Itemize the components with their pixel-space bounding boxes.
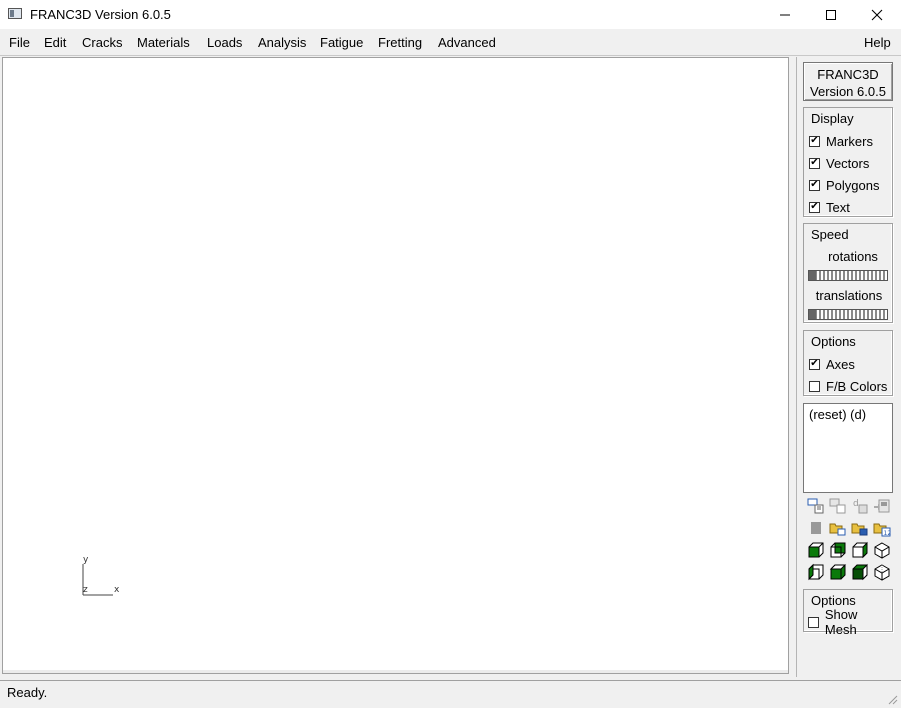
cube-wire-icon[interactable] [873,563,891,581]
menu-fretting[interactable]: Fretting [378,35,422,50]
version-line-2: Version 6.0.5 [810,84,886,99]
rotations-label: rotations [828,249,878,264]
show-mesh-checkbox[interactable]: Show Mesh [808,607,892,637]
checkbox-label: Text [826,199,850,215]
checkbox-label: F/B Colors [826,378,888,394]
axis-z-label: z [83,585,88,595]
rotations-slider[interactable] [808,270,888,281]
options-title: Options [811,334,856,349]
model-viewport[interactable]: y z x [2,57,789,674]
menu-advanced[interactable]: Advanced [438,35,496,50]
view-transfer-icon[interactable] [807,497,825,515]
cube-right-icon[interactable] [851,541,869,559]
checkbox-box: ✔ [809,358,820,370]
text-checkbox[interactable]: ✔ Text [809,199,850,215]
disabled-icon[interactable] [807,519,825,537]
checkbox-label: Show Mesh [824,607,858,637]
menu-fatigue[interactable]: Fatigue [320,35,363,50]
status-text: Ready. [7,685,48,700]
viewport-bottom-edge [3,670,788,673]
translations-slider[interactable] [808,309,888,320]
title-bar: FRANC3D Version 6.0.5 [0,0,901,29]
options-group: Options ✔ Axes F/B Colors [803,330,893,396]
close-button[interactable] [854,0,900,29]
checkbox-label: Axes [826,356,855,372]
command-history-list[interactable]: (reset) (d) [803,403,893,493]
speed-title: Speed [811,227,849,242]
version-line-1: FRANC3D [817,67,879,82]
control-panel: FRANC3D Version 6.0.5 Display ✔ Markers ✔… [796,57,898,677]
svg-text:d: d [853,499,859,509]
cube-front-icon[interactable] [807,541,825,559]
folder-numbered-icon[interactable]: 12 [873,519,891,537]
translations-label: translations [815,288,883,303]
menu-materials[interactable]: Materials [137,35,190,50]
display-group: Display ✔ Markers ✔ Vectors ✔ Polygons ✔ Tex… [803,107,893,217]
cube-iso-icon[interactable] [873,541,891,559]
menu-analysis[interactable]: Analysis [258,35,306,50]
view-save-icon[interactable] [873,497,891,515]
maximize-icon [826,9,836,20]
cube-top-icon[interactable] [829,563,847,581]
view-paste-icon[interactable]: d [851,497,869,515]
command-history-text: (reset) (d) [809,407,867,422]
mesh-options-title: Options [811,593,856,608]
menu-file[interactable]: File [9,35,30,50]
cube-back-icon[interactable] [829,541,847,559]
checkbox-label: Markers [826,133,873,149]
menu-cracks[interactable]: Cracks [82,35,122,50]
slider-thumb[interactable] [809,271,816,280]
menu-bar: File Edit Cracks Materials Loads Analysi… [0,29,901,56]
version-button[interactable]: FRANC3D Version 6.0.5 [803,62,893,101]
status-bar: Ready. [0,680,901,708]
minimize-icon [780,14,790,15]
axis-y-label: y [83,555,89,565]
axes-checkbox[interactable]: ✔ Axes [809,356,855,372]
svg-text:12: 12 [884,530,892,537]
menu-edit[interactable]: Edit [44,35,66,50]
checkbox-box: ✔ [809,135,820,147]
checkbox-box: ✔ [809,157,820,169]
speed-group: Speed rotations translations [803,223,893,323]
folder-load-icon[interactable] [851,519,869,537]
checkbox-box: ✔ [809,179,820,191]
menu-loads[interactable]: Loads [207,35,242,50]
checkbox-label: Polygons [826,177,880,193]
window-title: FRANC3D Version 6.0.5 [30,7,171,22]
cube-left-icon[interactable] [807,563,825,581]
maximize-button[interactable] [808,0,854,29]
resize-grip-icon[interactable] [886,693,898,705]
checkbox-box: ✔ [809,201,820,213]
checkbox-box [809,380,820,392]
markers-checkbox[interactable]: ✔ Markers [809,133,873,149]
cube-bottom-icon[interactable] [851,563,869,581]
axis-x-label: x [114,585,120,595]
display-title: Display [811,111,854,126]
slider-thumb[interactable] [809,310,816,319]
checkbox-box [808,616,819,628]
app-icon [8,8,22,19]
minimize-button[interactable] [762,0,808,29]
fb-colors-checkbox[interactable]: F/B Colors [809,378,887,394]
menu-help[interactable]: Help [864,35,891,50]
folder-open-icon[interactable] [829,519,847,537]
mesh-options-group: Options Show Mesh [803,589,893,637]
polygons-checkbox[interactable]: ✔ Polygons [809,177,879,193]
checkbox-label: Vectors [826,155,870,171]
view-copy-icon[interactable] [829,497,847,515]
vectors-checkbox[interactable]: ✔ Vectors [809,155,869,171]
close-icon [871,9,883,20]
axes-triad [82,564,113,596]
